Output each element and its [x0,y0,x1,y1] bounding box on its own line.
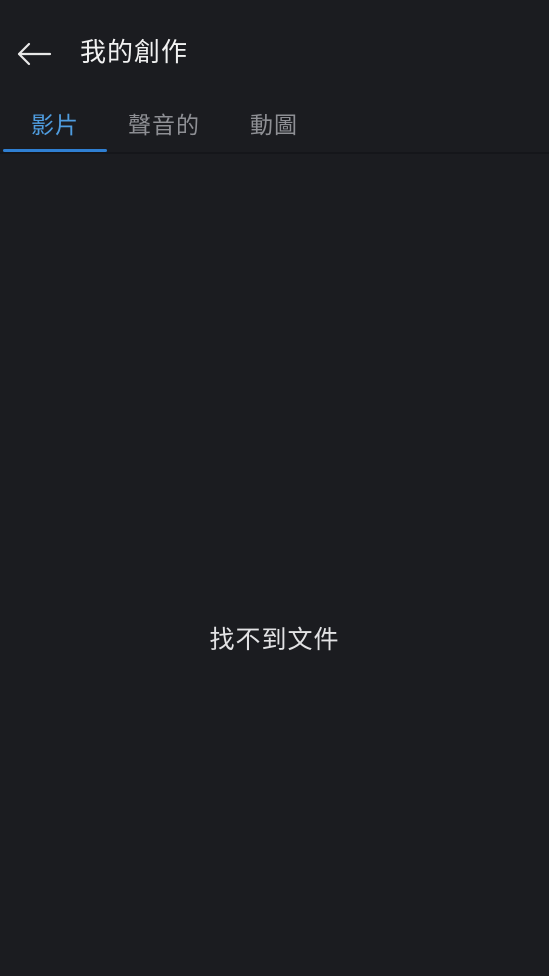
page-title: 我的創作 [80,38,189,68]
tab-audio[interactable]: 聲音的 [112,96,216,150]
app-header: 我的創作 [0,0,549,100]
tab-bar: 影片 聲音的 動圖 [0,96,549,154]
tab-label: 聲音的 [128,113,200,139]
tab-label: 影片 [31,113,79,139]
back-button[interactable] [10,32,58,76]
empty-state-message: 找不到文件 [209,625,340,654]
my-creations-screen: 我的創作 影片 聲音的 動圖 找不到文件 [0,0,549,976]
tab-gifs[interactable]: 動圖 [222,96,326,150]
active-tab-indicator [3,149,107,152]
tab-label: 動圖 [250,113,298,139]
arrow-left-icon [17,42,52,66]
tab-videos[interactable]: 影片 [3,96,107,150]
